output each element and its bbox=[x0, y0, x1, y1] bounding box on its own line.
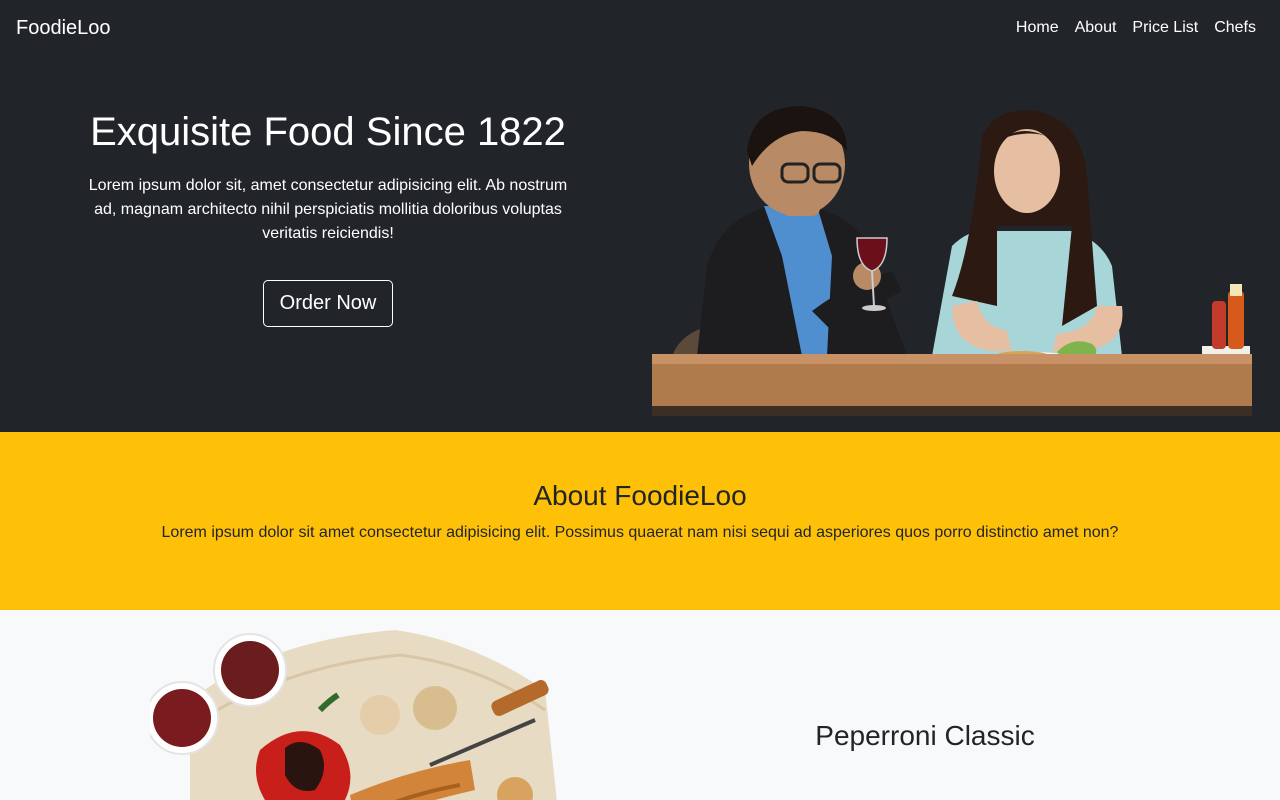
nav-link-price-list[interactable]: Price List bbox=[1132, 19, 1198, 37]
about-section: About FoodieLoo Lorem ipsum dolor sit am… bbox=[0, 432, 1280, 610]
product-title: Peperroni Classic bbox=[815, 720, 1035, 751]
nav-links: Home About Price List Chefs bbox=[1016, 19, 1256, 37]
hero-title: Exquisite Food Since 1822 bbox=[90, 110, 566, 154]
brand-link[interactable]: FoodieLoo bbox=[16, 17, 111, 40]
couple-dining-image bbox=[652, 106, 1252, 416]
grilled-food-image bbox=[150, 630, 557, 800]
about-text: Lorem ipsum dolor sit amet consectetur a… bbox=[161, 524, 1119, 541]
hero-section: Exquisite Food Since 1822 Lorem ipsum do… bbox=[0, 56, 1280, 432]
about-title: About FoodieLoo bbox=[533, 480, 747, 511]
hero-lead: Lorem ipsum dolor sit, amet consectetur … bbox=[88, 177, 568, 242]
product-section: Peperroni Classic bbox=[0, 610, 1280, 800]
nav-link-chefs[interactable]: Chefs bbox=[1214, 19, 1256, 37]
nav-link-home[interactable]: Home bbox=[1016, 19, 1059, 37]
order-now-button[interactable]: Order Now bbox=[262, 280, 394, 327]
hero-text: Exquisite Food Since 1822 Lorem ipsum do… bbox=[68, 108, 588, 327]
navbar: FoodieLoo Home About Price List Chefs bbox=[0, 0, 1280, 56]
nav-link-about[interactable]: About bbox=[1075, 19, 1117, 37]
